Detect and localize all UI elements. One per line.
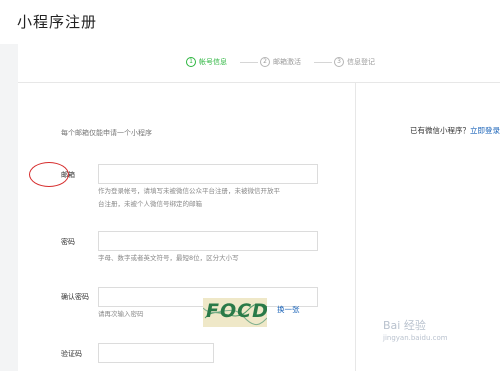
baidu-watermark: Bai 经验 jingyan.baidu.com: [383, 320, 448, 344]
email-help-line-2: 台注册，未被个人微信号绑定的邮箱: [98, 200, 202, 208]
step-connector: [314, 62, 332, 63]
login-prompt: 已有微信小程序？立即登录: [410, 125, 500, 136]
login-question: 已有微信小程序？: [410, 126, 470, 135]
step-label-2: 邮箱激活: [273, 58, 301, 66]
captcha-input[interactable]: [98, 343, 214, 363]
email-help-line-1: 作为登录帐号，请填写未被微信公众平台注册，未被微信开放平: [98, 187, 280, 195]
step-label-1: 帐号信息: [199, 58, 227, 66]
password-input[interactable]: [98, 231, 318, 251]
page-title: 小程序注册: [17, 13, 98, 31]
watermark-line-1: Bai 经验: [383, 319, 426, 332]
step-number-3: 3: [334, 57, 344, 67]
confirm-password-label: 确认密码: [61, 293, 89, 301]
step-number-1: 1: [186, 57, 196, 67]
password-label: 密码: [61, 238, 75, 246]
login-link[interactable]: 立即登录: [470, 126, 500, 135]
step-label-3: 信息登记: [347, 58, 375, 66]
step-connector: [240, 62, 258, 63]
email-input[interactable]: [98, 164, 318, 184]
step-account-info: 1 帐号信息: [186, 57, 227, 67]
password-help: 字母、数字或者英文符号，最短8位，区分大小写: [98, 254, 239, 262]
step-number-2: 2: [260, 57, 270, 67]
step-info-register: 3 信息登记: [334, 57, 375, 67]
form-hint: 每个邮箱仅能申请一个小程序: [61, 129, 152, 137]
page-header: 小程序注册: [0, 0, 500, 44]
step-progress: 1 帐号信息 2 邮箱激活 3 信息登记: [18, 44, 500, 83]
watermark-line-2: jingyan.baidu.com: [383, 334, 448, 342]
refresh-captcha-link[interactable]: 换一张: [277, 304, 300, 315]
captcha-text: FOCD: [206, 300, 267, 322]
email-help: 作为登录帐号，请填写未被微信公众平台注册，未被微信开放平 台注册，未被个人微信号…: [98, 185, 280, 211]
captcha-image[interactable]: FOCD: [203, 298, 267, 327]
step-email-activation: 2 邮箱激活: [260, 57, 301, 67]
captcha-label: 验证码: [61, 350, 82, 358]
confirm-password-help: 请再次输入密码: [98, 310, 144, 318]
column-divider: [355, 83, 356, 371]
highlight-circle: [29, 162, 69, 187]
